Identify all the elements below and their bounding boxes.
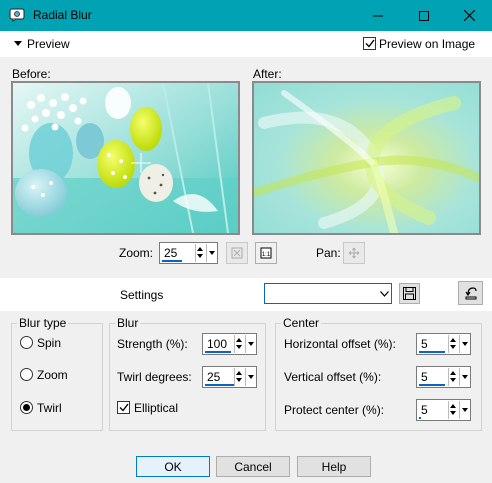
zoom-spin-arrows[interactable]	[195, 244, 204, 262]
preview-on-image-label[interactable]: Preview on Image	[379, 37, 475, 51]
chevron-down-icon[interactable]	[377, 284, 391, 303]
blur-type-twirl-radio[interactable]	[20, 401, 33, 414]
vertical-offset-label: Vertical offset (%):	[284, 370, 382, 384]
strength-dropdown-arrow[interactable]	[245, 335, 255, 353]
zoom-value[interactable]: 25	[164, 246, 177, 260]
zoom-dropdown-arrow[interactable]	[206, 244, 216, 262]
blur-type-zoom-radio[interactable]	[20, 368, 33, 381]
twirl-preview-image	[254, 83, 479, 233]
zoom-spinner[interactable]: 25	[159, 242, 218, 264]
maximize-icon	[419, 10, 429, 21]
actual-size-icon: 1:1	[260, 247, 272, 259]
reset-icon	[465, 287, 477, 300]
before-preview[interactable]	[11, 81, 240, 235]
help-button[interactable]: Help	[297, 456, 371, 477]
strength-value-bar	[205, 351, 231, 353]
protect-spin-arrows[interactable]	[448, 401, 457, 419]
pan-button[interactable]	[343, 242, 365, 264]
easter-eggs-photo	[13, 83, 238, 233]
twirl-degrees-value[interactable]: 25	[207, 370, 220, 384]
minimize-button[interactable]	[355, 0, 401, 31]
reset-defaults-button[interactable]	[458, 281, 483, 305]
cancel-button[interactable]: Cancel	[216, 456, 290, 477]
strength-value[interactable]: 100	[207, 337, 227, 351]
after-preview	[252, 81, 481, 235]
blur-type-twirl-label[interactable]: Twirl	[37, 401, 62, 415]
window-title: Radial Blur	[33, 8, 92, 22]
radial-blur-app-icon	[9, 8, 25, 22]
strength-spin-arrows[interactable]	[234, 335, 243, 353]
maximize-button[interactable]	[401, 0, 447, 31]
horizontal-offset-spinner[interactable]: 5	[416, 333, 471, 355]
zoom-fit-button[interactable]	[226, 242, 248, 264]
preview-on-image-checkbox[interactable]	[363, 37, 376, 50]
close-icon	[463, 10, 475, 21]
settings-preset-combo[interactable]	[264, 283, 392, 304]
close-button[interactable]	[446, 0, 492, 31]
horizontal-spin-arrows[interactable]	[448, 335, 457, 353]
protect-center-value-bar	[419, 417, 421, 419]
horizontal-offset-label: Horizontal offset (%):	[284, 337, 396, 351]
vertical-spin-arrows[interactable]	[448, 368, 457, 386]
strength-label: Strength (%):	[117, 337, 188, 351]
horizontal-offset-value[interactable]: 5	[421, 337, 428, 351]
save-preset-button[interactable]	[399, 283, 420, 304]
elliptical-checkbox[interactable]	[117, 401, 130, 414]
center-title: Center	[281, 316, 322, 330]
protect-center-value[interactable]: 5	[421, 403, 428, 417]
horizontal-offset-value-bar	[419, 351, 445, 353]
zoom-actual-size-button[interactable]: 1:1	[255, 242, 277, 264]
collapse-arrow-icon[interactable]	[14, 41, 22, 46]
twirl-degrees-spinner[interactable]: 25	[202, 366, 257, 388]
blur-type-title: Blur type	[17, 316, 69, 330]
ok-button[interactable]: OK	[136, 456, 210, 477]
protect-dropdown-arrow[interactable]	[459, 401, 469, 419]
floppy-disk-icon	[403, 287, 416, 300]
pan-label: Pan:	[316, 246, 341, 260]
svg-text:1:1: 1:1	[262, 252, 271, 258]
pan-move-icon	[348, 247, 360, 259]
twirl-dropdown-arrow[interactable]	[245, 368, 255, 386]
strength-spinner[interactable]: 100	[202, 333, 257, 355]
twirl-degrees-label: Twirl degrees:	[117, 370, 192, 384]
blur-type-zoom-label[interactable]: Zoom	[37, 368, 68, 382]
blur-title: Blur	[115, 316, 141, 330]
blur-type-spin-label[interactable]: Spin	[37, 336, 61, 350]
after-label: After:	[253, 67, 282, 81]
twirl-spin-arrows[interactable]	[234, 368, 243, 386]
minimize-icon	[373, 15, 383, 16]
vertical-offset-value-bar	[419, 384, 445, 386]
vertical-offset-spinner[interactable]: 5	[416, 366, 471, 388]
settings-label: Settings	[120, 288, 164, 302]
protect-center-label: Protect center (%):	[284, 403, 385, 417]
zoom-fit-icon	[231, 247, 243, 259]
elliptical-label[interactable]: Elliptical	[134, 401, 178, 415]
protect-center-spinner[interactable]: 5	[416, 399, 471, 421]
twirl-degrees-value-bar	[205, 384, 235, 386]
checkmark-icon	[119, 403, 129, 412]
vertical-dropdown-arrow[interactable]	[459, 368, 469, 386]
blur-type-spin-radio[interactable]	[20, 336, 33, 349]
zoom-value-bar	[162, 260, 182, 262]
horizontal-dropdown-arrow[interactable]	[459, 335, 469, 353]
checkmark-icon	[365, 39, 375, 48]
zoom-label: Zoom:	[119, 246, 154, 260]
preview-toggle-label[interactable]: Preview	[27, 37, 70, 51]
before-label: Before:	[12, 67, 51, 81]
vertical-offset-value[interactable]: 5	[421, 370, 428, 384]
